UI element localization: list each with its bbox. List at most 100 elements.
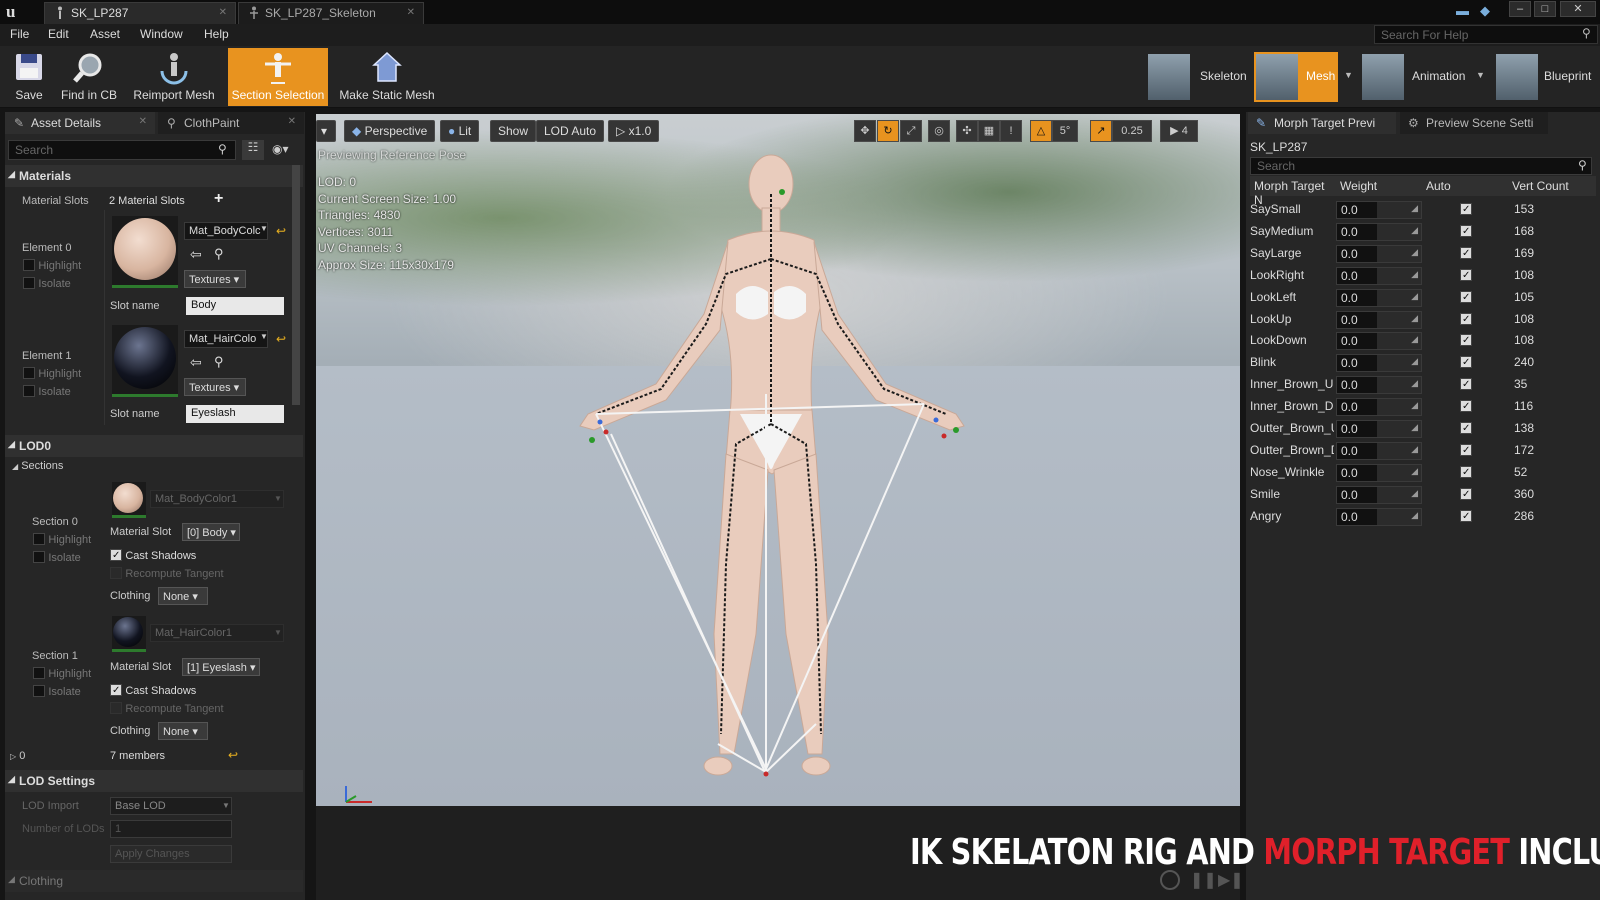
morph-row[interactable]: SayLarge 0.0◢ 169 xyxy=(1246,243,1600,265)
use-selected-arrow-icon[interactable]: ⇦ xyxy=(190,246,202,263)
reimport-mesh-button[interactable]: Reimport Mesh xyxy=(130,48,218,106)
close-icon[interactable]: ✕ xyxy=(139,116,147,127)
morph-row[interactable]: Smile 0.0◢ 360 xyxy=(1246,484,1600,506)
section-0-highlight-checkbox[interactable]: Highlight xyxy=(33,533,91,548)
auto-checkbox[interactable] xyxy=(1460,246,1472,259)
morph-row[interactable]: LookLeft 0.0◢ 105 xyxy=(1246,287,1600,309)
morph-row[interactable]: Angry 0.0◢ 286 xyxy=(1246,506,1600,528)
skeleton-mode-button[interactable]: Skeleton xyxy=(1148,54,1252,100)
perspective-button[interactable]: ◆ Perspective xyxy=(344,120,436,142)
tab-morph-target-preview[interactable]: ✎ Morph Target Previ xyxy=(1248,112,1396,134)
weight-input[interactable]: 0.0 ◢ xyxy=(1336,332,1422,351)
number-of-lods-input[interactable]: 1 xyxy=(110,820,232,838)
weight-input[interactable]: 0.0 ◢ xyxy=(1336,266,1422,285)
browse-icon[interactable]: ⚲ xyxy=(214,246,224,262)
weight-input[interactable]: 0.0 ◢ xyxy=(1336,441,1422,460)
learn-icon[interactable]: ◆ xyxy=(1480,3,1490,19)
morph-row[interactable]: LookRight 0.0◢ 108 xyxy=(1246,265,1600,287)
weight-input[interactable]: 0.0 ◢ xyxy=(1336,420,1422,438)
auto-checkbox[interactable] xyxy=(1460,312,1472,325)
lod-settings-header[interactable]: ◢ LOD Settings xyxy=(5,770,303,792)
help-search-input[interactable]: Search For Help xyxy=(1374,25,1598,44)
section-1-slot-dropdown[interactable]: [1] Eyeslash ▾ xyxy=(182,658,260,676)
menu-help[interactable]: Help xyxy=(204,27,229,41)
morph-row[interactable]: Inner_Brown_Up0.0◢ 35 xyxy=(1246,374,1600,396)
section-0-recompute-tangent-checkbox[interactable]: Recompute Tangent xyxy=(110,567,224,582)
viewport[interactable]: ▾ ◆ Perspective ● Lit Show LOD Auto ▷ x1… xyxy=(316,114,1240,806)
auto-checkbox[interactable] xyxy=(1460,268,1472,281)
section-1-highlight-checkbox[interactable]: Highlight xyxy=(33,667,91,682)
weight-input[interactable]: 0.0 ◢ xyxy=(1336,463,1422,482)
scale-icon[interactable]: ⤢ xyxy=(900,120,922,142)
morph-row[interactable]: LookUp 0.0◢ 108 xyxy=(1246,309,1600,331)
find-in-cb-button[interactable]: Find in CB xyxy=(58,48,120,106)
section-1-clothing-dropdown[interactable]: None ▾ xyxy=(158,722,208,740)
section-0-isolate-checkbox[interactable]: Isolate xyxy=(33,551,81,566)
rotation-snap-value[interactable]: 5° xyxy=(1052,120,1078,142)
section-1-cast-shadows-checkbox[interactable]: Cast Shadows xyxy=(110,684,196,699)
auto-checkbox[interactable] xyxy=(1460,487,1472,500)
auto-checkbox[interactable] xyxy=(1460,378,1472,391)
world-local-icon[interactable]: ◎ xyxy=(928,120,950,142)
lod0-header[interactable]: ◢ LOD0 xyxy=(5,435,303,457)
eye-icon[interactable]: ◉▾ xyxy=(272,142,289,156)
auto-checkbox[interactable] xyxy=(1460,400,1472,413)
textures-dropdown[interactable]: Textures ▾ xyxy=(184,378,246,396)
material-thumbnail-body[interactable] xyxy=(112,216,178,288)
slot-name-field-body[interactable]: Body xyxy=(186,297,284,315)
scale-snap-icon[interactable]: ↗ xyxy=(1090,120,1112,142)
morph-row[interactable]: Blink 0.0◢ 240 xyxy=(1246,352,1600,374)
section-1-isolate-checkbox[interactable]: Isolate xyxy=(33,685,81,700)
show-button[interactable]: Show xyxy=(490,120,537,142)
weight-input[interactable]: 0.0 ◢ xyxy=(1336,398,1422,417)
close-icon[interactable]: ✕ xyxy=(407,7,415,18)
tab-clothpaint[interactable]: ⚲ ClothPaint ✕ xyxy=(158,112,304,134)
tab-asset-details[interactable]: ✎ Asset Details ✕ xyxy=(5,112,155,134)
scrollbar[interactable] xyxy=(292,165,300,405)
column-header-vert-count[interactable]: Vert Count xyxy=(1510,176,1596,196)
materials-header[interactable]: ◢ Materials xyxy=(5,165,303,187)
weight-input[interactable]: 0.0 ◢ xyxy=(1336,376,1422,395)
weight-input[interactable]: 0.0 ◢ xyxy=(1336,244,1422,263)
apply-changes-button[interactable]: Apply Changes xyxy=(110,845,232,863)
weight-input[interactable]: 0.0 ◢ xyxy=(1336,201,1422,219)
column-header-weight[interactable]: Weight xyxy=(1336,176,1424,196)
menu-file[interactable]: File xyxy=(10,27,29,41)
view-options-icon[interactable]: ☷ xyxy=(242,140,264,160)
viewport-options-button[interactable]: ▾ xyxy=(316,120,336,142)
element-0-isolate-checkbox[interactable]: Isolate xyxy=(23,277,71,292)
column-header-name[interactable]: Morph Target N xyxy=(1250,176,1336,207)
weight-input[interactable]: 0.0 ◢ xyxy=(1336,310,1422,329)
chat-icon[interactable]: ▬ xyxy=(1456,3,1469,18)
sections-header[interactable]: ◢ Sections xyxy=(12,460,63,472)
auto-checkbox[interactable] xyxy=(1460,509,1472,522)
morph-row[interactable]: Inner_Brown_Dn0.0◢ 116 xyxy=(1246,396,1600,418)
close-icon[interactable]: ✕ xyxy=(288,116,296,127)
column-header-auto[interactable]: Auto xyxy=(1424,176,1510,196)
lod-index-row[interactable]: ▷ 0 xyxy=(10,750,25,762)
surface-snap-icon[interactable]: ✣ xyxy=(956,120,978,142)
morph-row[interactable]: Outter_Brown_Dn0.0◢ 172 xyxy=(1246,440,1600,462)
rotation-snap-icon[interactable]: △ xyxy=(1030,120,1052,142)
chevron-down-icon[interactable]: ▼ xyxy=(1344,70,1353,80)
auto-checkbox[interactable] xyxy=(1460,356,1472,369)
morph-row[interactable]: LookDown 0.0◢ 108 xyxy=(1246,330,1600,352)
grid-snap-value[interactable]: ! xyxy=(1000,120,1022,142)
morph-row[interactable]: Outter_Brown_Up0.0◢ 138 xyxy=(1246,418,1600,440)
close-window-button[interactable]: ✕ xyxy=(1560,1,1596,17)
auto-checkbox[interactable] xyxy=(1460,422,1472,434)
mesh-mode-button[interactable]: Mesh xyxy=(1254,52,1338,102)
element-1-highlight-checkbox[interactable]: Highlight xyxy=(23,367,81,382)
camera-speed-button[interactable]: ▶ 4 xyxy=(1160,120,1198,142)
reset-icon[interactable]: ↩ xyxy=(228,748,238,762)
weight-input[interactable]: 0.0 ◢ xyxy=(1336,354,1422,373)
details-search-input[interactable]: Search xyxy=(8,140,236,160)
textures-dropdown[interactable]: Textures ▾ xyxy=(184,270,246,288)
slot-name-field-eyeslash[interactable]: Eyeslash xyxy=(186,405,284,423)
blueprint-mode-button[interactable]: Blueprint xyxy=(1496,54,1600,100)
material-picker-hair[interactable]: Mat_HairColo xyxy=(184,330,268,348)
scale-snap-value[interactable]: 0.25 xyxy=(1112,120,1152,142)
rotate-icon[interactable]: ↻ xyxy=(877,120,899,142)
animation-mode-button[interactable]: Animation xyxy=(1362,54,1472,100)
tab-sk-lp287-skeleton[interactable]: SK_LP287_Skeleton ✕ xyxy=(238,2,424,24)
